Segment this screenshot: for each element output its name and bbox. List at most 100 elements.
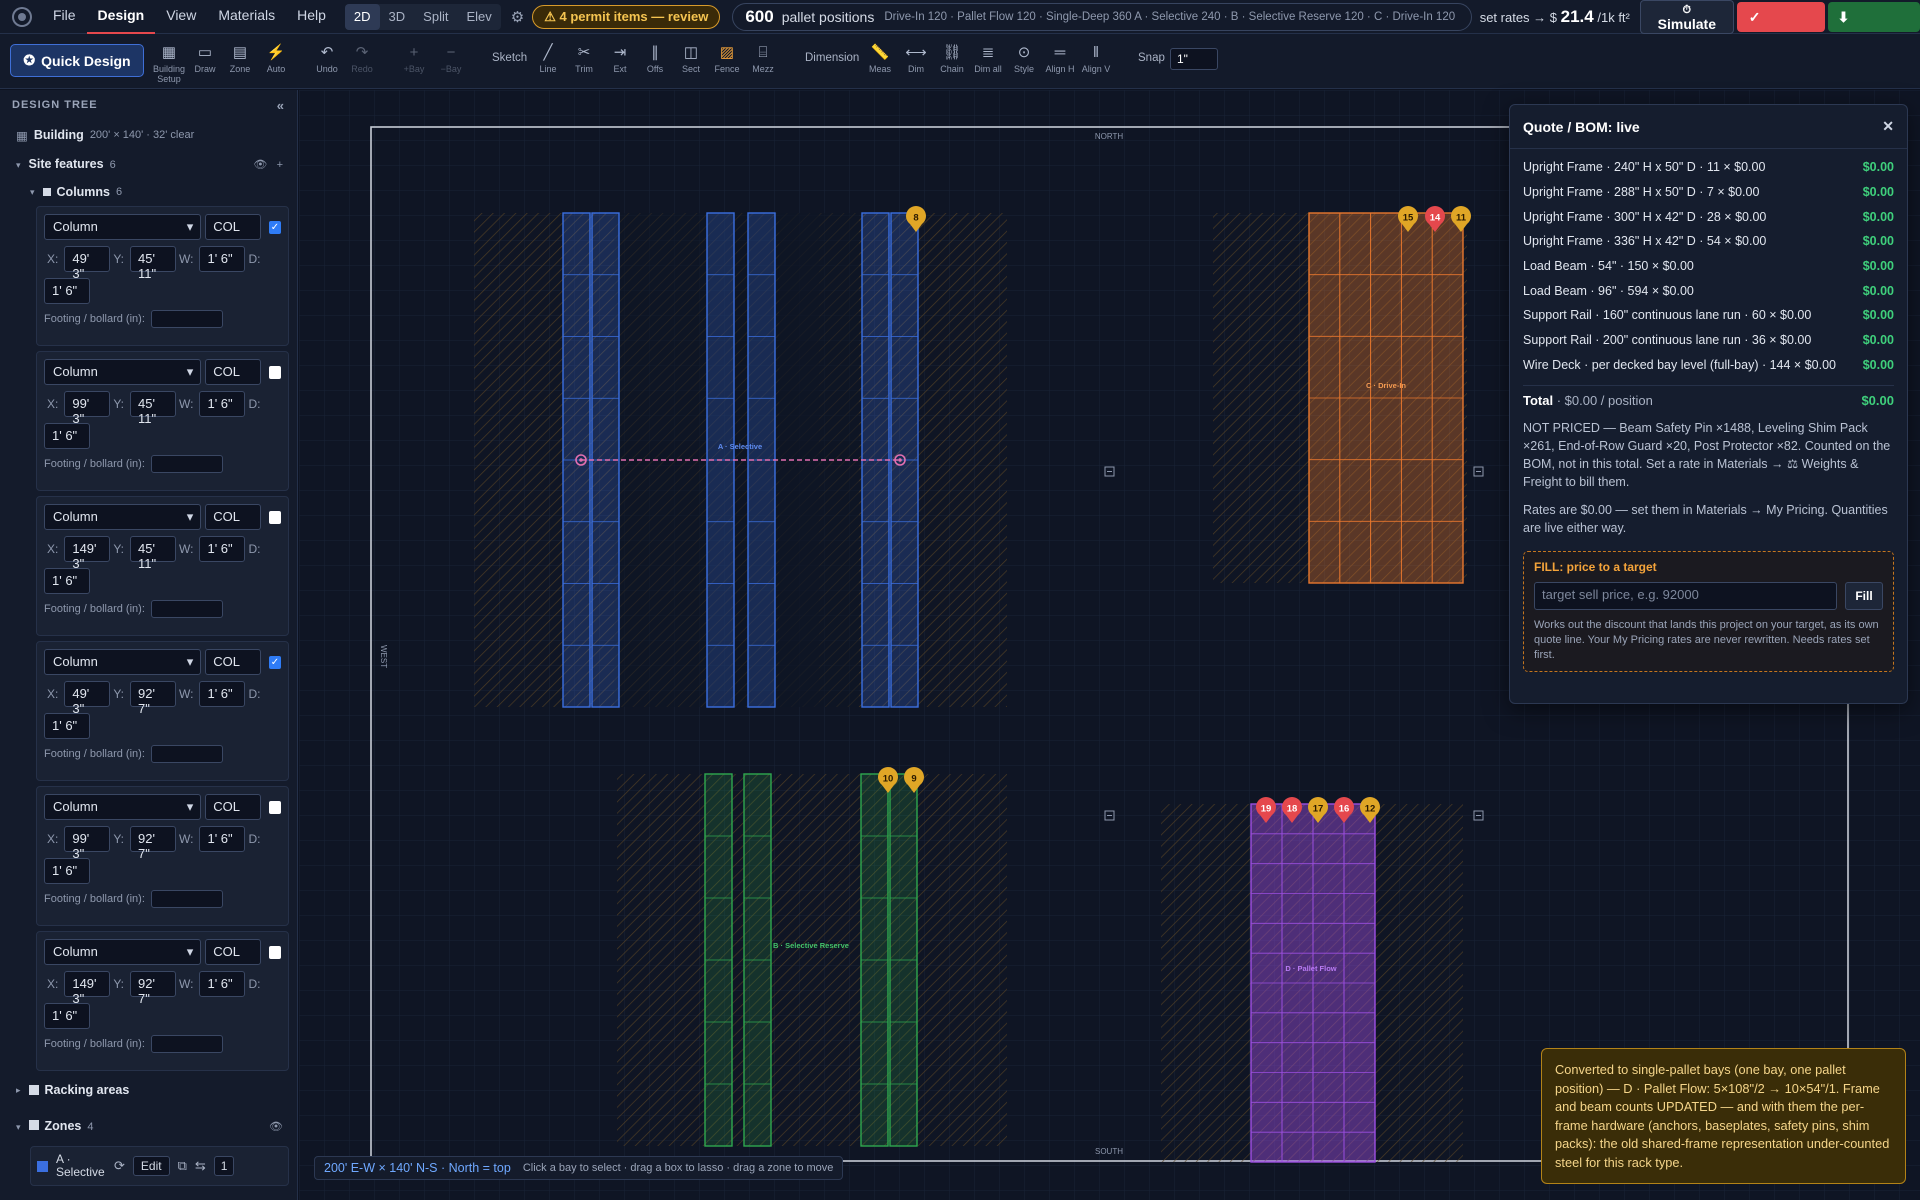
column-x-input[interactable]: 149' 3" (64, 536, 111, 571)
zone-copy-icon[interactable]: ⧉ (178, 1158, 187, 1174)
column-x-input[interactable]: 99' 3" (64, 391, 111, 426)
column-code-input[interactable]: COL (205, 359, 261, 385)
column-checkbox[interactable] (268, 945, 281, 959)
tree-building[interactable]: ▦ Building 200' × 140' · 32' clear (0, 120, 297, 150)
target-price-input[interactable]: target sell price, e.g. 92000 (1534, 582, 1837, 611)
permit-warning-button[interactable]: ⚠ 4 permit items — review (532, 4, 721, 29)
tree-zones[interactable]: ▾ Zones 4 👁 (0, 1112, 297, 1140)
footing-input[interactable] (150, 310, 223, 328)
column-y-input[interactable]: 45' 11" (130, 391, 177, 426)
column-code-input[interactable]: COL (205, 794, 261, 820)
menu-materials[interactable]: Materials (207, 0, 286, 34)
add-icon[interactable]: + (277, 159, 283, 171)
view-mode-3d[interactable]: 3D (380, 4, 415, 30)
column-type-select[interactable]: Column (44, 794, 202, 820)
rate-summary[interactable]: set rates → $ 21.4 /1k ft² (1480, 7, 1630, 27)
column-x-input[interactable]: 49' 3" (64, 246, 111, 281)
footing-input[interactable] (150, 745, 223, 763)
rack-row-a5[interactable] (861, 212, 890, 708)
column-d-input[interactable]: 1' 6" (44, 278, 90, 304)
column-code-input[interactable]: COL (205, 939, 261, 965)
menu-design[interactable]: Design (86, 0, 156, 34)
zone-count-input[interactable]: 1 (213, 1156, 235, 1176)
add-bay-button[interactable]: + +Bay (393, 42, 435, 74)
footing-input[interactable] (150, 890, 223, 908)
column-checkbox[interactable] (268, 655, 281, 669)
column-d-input[interactable]: 1' 6" (44, 568, 90, 594)
visibility-eye-icon[interactable]: 👁 (269, 1120, 283, 1133)
column-d-input[interactable]: 1' 6" (44, 713, 90, 739)
column-d-input[interactable]: 1' 6" (44, 1003, 90, 1029)
column-code-input[interactable]: COL (205, 214, 261, 240)
column-y-input[interactable]: 92' 7" (130, 826, 177, 861)
auto-tool[interactable]: ⚡ Auto (255, 42, 297, 74)
menu-view[interactable]: View (155, 0, 207, 34)
tree-racking-areas[interactable]: ▸ Racking areas (0, 1076, 297, 1104)
tree-site-features[interactable]: ▾ Site features 6 👁 + (0, 150, 297, 178)
column-y-input[interactable]: 92' 7" (130, 681, 177, 716)
footing-input[interactable] (150, 455, 223, 473)
quote-lines: Upright Frame · 240" H x 50" D · 11 × $0… (1523, 155, 1894, 377)
menu-help[interactable]: Help (286, 0, 337, 34)
rack-block-c[interactable] (1308, 212, 1464, 584)
zone-refresh-icon[interactable]: ⟳ (114, 1158, 125, 1174)
column-w-input[interactable]: 1' 6" (199, 971, 246, 997)
redo-button[interactable]: ↷ Redo (341, 42, 383, 74)
fill-button[interactable]: Fill (1845, 582, 1883, 611)
zone-edit-button[interactable]: Edit (132, 1156, 170, 1176)
column-x-input[interactable]: 99' 3" (64, 826, 111, 861)
column-checkbox[interactable] (268, 220, 281, 234)
column-w-input[interactable]: 1' 6" (199, 681, 246, 707)
column-type-select[interactable]: Column (44, 939, 202, 965)
quick-design-button[interactable]: ✪ Quick Design (10, 44, 144, 77)
snap-select[interactable]: 1" (1170, 48, 1218, 70)
mezzanine-tool[interactable]: ⌸ Mezz (742, 42, 784, 74)
footing-input[interactable] (150, 600, 223, 618)
view-mode-split[interactable]: Split (414, 4, 457, 30)
zone-swap-icon[interactable]: ⇆ (195, 1158, 206, 1174)
column-type-select[interactable]: Column (44, 214, 202, 240)
column-type-select[interactable]: Column (44, 504, 202, 530)
column-w-input[interactable]: 1' 6" (199, 826, 246, 852)
rack-row-b1[interactable] (704, 773, 733, 1147)
column-y-input[interactable]: 92' 7" (130, 971, 177, 1006)
tree-columns[interactable]: ▾ Columns 6 (0, 178, 297, 206)
remove-bay-button[interactable]: − −Bay (430, 42, 472, 74)
column-type-select[interactable]: Column (44, 359, 202, 385)
simulate-button[interactable]: ⏱ Simulate (1639, 0, 1734, 34)
package-button[interactable]: ⬇ Package (1827, 1, 1920, 55)
column-y-input[interactable]: 45' 11" (130, 246, 177, 281)
visibility-eye-icon[interactable]: 👁 (253, 159, 267, 171)
notification-toast[interactable]: Converted to single-pallet bays (one bay… (1541, 1048, 1906, 1184)
column-w-input[interactable]: 1' 6" (199, 391, 246, 417)
column-d-input[interactable]: 1' 6" (44, 423, 90, 449)
zone-b-area[interactable] (617, 774, 1007, 1146)
collapse-sidebar-icon[interactable]: « (277, 98, 285, 113)
column-code-input[interactable]: COL (205, 649, 261, 675)
column-x-input[interactable]: 149' 3" (64, 971, 111, 1006)
zone-item[interactable]: A · Selective ⟳ Edit ⧉ ⇆ 1 (30, 1146, 289, 1186)
permit-marker-number: 19 (1261, 804, 1272, 815)
view-mode-elev[interactable]: Elev (457, 4, 500, 30)
rack-row-b4[interactable] (889, 773, 918, 1147)
settings-gear-icon[interactable]: ⚙ (511, 8, 524, 26)
column-d-input[interactable]: 1' 6" (44, 858, 90, 884)
footing-input[interactable] (150, 1035, 223, 1053)
rack-block-d[interactable] (1250, 803, 1376, 1163)
align-v-tool[interactable]: ‖ Align V (1075, 42, 1117, 74)
rack-row-b2[interactable] (743, 773, 772, 1147)
column-checkbox[interactable] (268, 365, 281, 379)
menu-file[interactable]: File (42, 0, 87, 34)
view-mode-2d[interactable]: 2D (344, 3, 380, 30)
column-w-input[interactable]: 1' 6" (199, 246, 246, 272)
column-checkbox[interactable] (268, 800, 281, 814)
column-code-input[interactable]: COL (205, 504, 261, 530)
rack-row-b3[interactable] (860, 773, 889, 1147)
column-type-select[interactable]: Column (44, 649, 202, 675)
column-w-input[interactable]: 1' 6" (199, 536, 246, 562)
column-checkbox[interactable] (268, 510, 281, 524)
review-button[interactable]: ✓ Review (1736, 1, 1825, 55)
close-icon[interactable]: ✕ (1882, 118, 1894, 135)
column-x-input[interactable]: 49' 3" (64, 681, 111, 716)
column-y-input[interactable]: 45' 11" (130, 536, 177, 571)
